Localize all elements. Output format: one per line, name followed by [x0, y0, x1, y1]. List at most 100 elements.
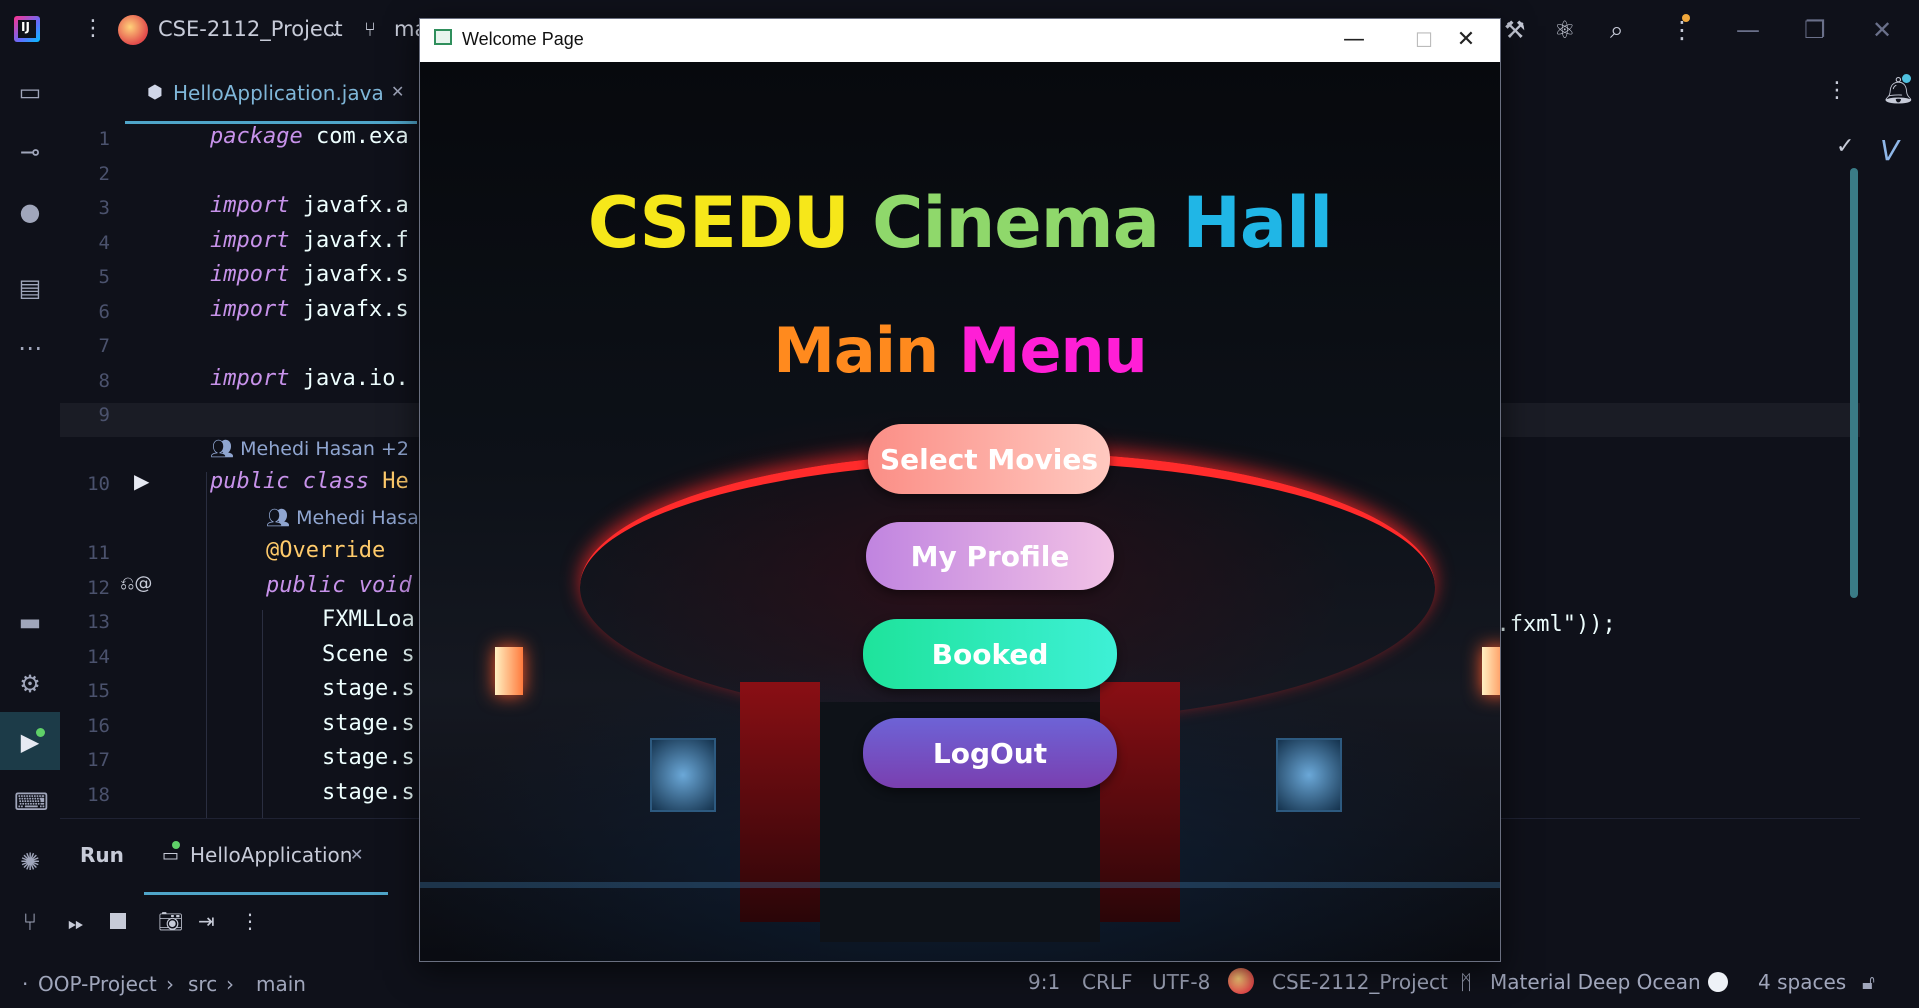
tab-hello-application[interactable]: ⬢ HelloApplication.java ✕: [125, 60, 417, 124]
exit-icon[interactable]: ⇥: [198, 909, 215, 933]
code-line: @Override: [266, 538, 386, 563]
rerun-icon[interactable]: ⏩︎: [68, 911, 84, 935]
screenshot-icon[interactable]: 📷︎: [158, 909, 183, 933]
line-number: 6: [98, 300, 110, 323]
terminal-icon[interactable]: ⌨: [14, 786, 49, 818]
chevron-down-icon[interactable]: ⌄: [328, 21, 341, 40]
author-hint[interactable]: 👥︎ Mehedi Hasan: [266, 506, 431, 529]
status-theme[interactable]: Material Deep Ocean: [1490, 970, 1701, 994]
settings-gear-icon[interactable]: ⚙: [14, 668, 46, 700]
status-bar: · OOP-Project › src › main 9:1 CRLF UTF-…: [0, 960, 1919, 1008]
close-icon[interactable]: ✕: [1436, 23, 1496, 57]
poster-left: [650, 738, 716, 812]
indent-guide: [262, 610, 263, 818]
subtitle-word-2: Menu: [958, 314, 1148, 387]
line-number: 1: [98, 128, 110, 150]
line-number: 15: [87, 680, 110, 702]
unlock-icon[interactable]: 🔓︎: [1862, 970, 1875, 994]
override-gutter-icon[interactable]: ⎌@: [120, 573, 152, 594]
database-icon[interactable]: ▤: [14, 272, 46, 304]
code-line: public void: [266, 572, 412, 598]
project-view-icon[interactable]: ▭: [14, 76, 46, 108]
my-profile-button[interactable]: My Profile: [866, 522, 1114, 590]
close-icon[interactable]: ✕: [1872, 16, 1892, 44]
editor-scrollbar[interactable]: [1850, 168, 1858, 598]
vim-icon[interactable]: V: [1880, 134, 1899, 167]
breadcrumb-dot: ·: [22, 972, 29, 996]
line-number: 17: [87, 749, 110, 771]
tools-icon[interactable]: ⚒: [1504, 16, 1526, 44]
project-badge-icon: [1228, 968, 1254, 994]
search-icon[interactable]: ⌕: [1610, 16, 1623, 44]
line-separator[interactable]: CRLF: [1082, 970, 1133, 994]
code-line-10: public class He: [210, 469, 409, 494]
title-word-1: CSEDU: [587, 182, 850, 264]
run-more-icon[interactable]: ⋮: [240, 909, 260, 933]
breadcrumb-src[interactable]: src: [188, 972, 217, 996]
window-title-bar[interactable]: Welcome Page — ☐ ✕: [420, 19, 1500, 62]
minimize-icon[interactable]: —: [1736, 16, 1760, 44]
code-line: stage.s: [322, 745, 415, 770]
bookmarks-icon[interactable]: ▬: [14, 606, 46, 638]
project-selector[interactable]: CSE-2112_Project: [158, 17, 343, 41]
select-movies-button[interactable]: Select Movies: [868, 424, 1110, 494]
code-line: FXMLLoa: [322, 607, 415, 632]
scene-background: CSEDU Cinema Hall Main Menu Select Movie…: [420, 62, 1500, 961]
logout-button[interactable]: LogOut: [863, 718, 1117, 788]
wall-lamp-left: [495, 647, 523, 695]
code-line: import java.io.: [210, 365, 409, 391]
code-line: import javafx.a: [210, 193, 409, 218]
code-line: import javafx.f: [210, 227, 409, 253]
line-number: 5: [98, 266, 110, 288]
breadcrumb-main[interactable]: main: [256, 972, 306, 996]
cinema-hall-title: CSEDU Cinema Hall: [420, 182, 1500, 264]
run-config-tab[interactable]: ▭ HelloApplication ✕: [144, 825, 388, 895]
file-encoding[interactable]: UTF-8: [1152, 970, 1210, 994]
line-number: 3: [98, 197, 110, 219]
code-line: Scene s: [322, 641, 415, 667]
tab-close-icon[interactable]: ✕: [391, 82, 404, 101]
update-dot: [1682, 14, 1690, 22]
line-number: 8: [98, 369, 110, 392]
line-number: 2: [98, 162, 110, 185]
run-status-dot: [36, 728, 45, 737]
breadcrumb-project[interactable]: OOP-Project: [38, 972, 157, 996]
tab-options-icon[interactable]: ⋮: [1826, 78, 1848, 103]
line-number: 4: [98, 231, 110, 254]
run-gutter-icon[interactable]: ▶: [134, 469, 149, 493]
line-number: 10: [87, 473, 110, 495]
main-menu-icon[interactable]: ⋮: [82, 16, 104, 42]
line-number: 14: [87, 645, 110, 668]
code-line: stage.s: [322, 710, 415, 736]
line-number: 13: [87, 611, 110, 633]
vcs-branch-icon[interactable]: ⑂: [14, 906, 46, 938]
caret-position[interactable]: 9:1: [1028, 970, 1060, 994]
author-hint[interactable]: 👥︎ Mehedi Hasan +2: [210, 437, 409, 460]
tab-label: HelloApplication.java: [173, 81, 384, 105]
github-icon[interactable]: ●: [14, 196, 46, 228]
breadcrumb-sep-icon: ›: [166, 972, 174, 996]
wall-lamp-right: [1482, 647, 1500, 695]
problems-icon[interactable]: ✺: [14, 846, 46, 878]
status-circle-icon[interactable]: [1708, 972, 1728, 992]
app-window-icon: [434, 29, 452, 45]
restore-icon[interactable]: ❐: [1804, 16, 1826, 44]
minimize-icon[interactable]: —: [1324, 23, 1384, 57]
ai-assistant-icon[interactable]: ⚛: [1554, 16, 1576, 44]
running-dot: [172, 841, 180, 849]
line-number: 11: [87, 542, 110, 564]
status-project[interactable]: CSE-2112_Project: [1272, 970, 1448, 994]
code-line: package com.exa: [210, 124, 409, 149]
run-tab-close-icon[interactable]: ✕: [350, 845, 363, 864]
line-number: 18: [87, 783, 110, 806]
subtitle-word-1: Main: [773, 314, 939, 387]
stop-icon[interactable]: [110, 913, 126, 929]
inspection-ok-icon[interactable]: ✓: [1836, 134, 1854, 159]
status-indent[interactable]: 4 spaces: [1758, 970, 1846, 994]
code-line: import javafx.s: [210, 296, 409, 322]
git-branch-icon[interactable]: ⑂: [364, 17, 376, 41]
more-tools-icon[interactable]: ⋯: [14, 332, 46, 364]
commit-icon[interactable]: ⊸: [14, 136, 46, 168]
intellij-logo[interactable]: IJ: [14, 16, 40, 42]
booked-button[interactable]: Booked: [863, 619, 1117, 689]
